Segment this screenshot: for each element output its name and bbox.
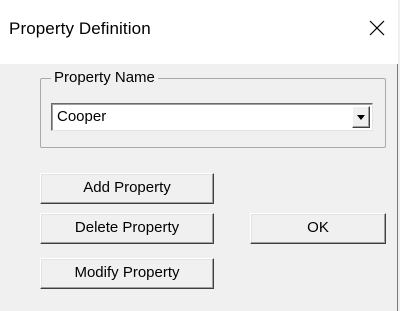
modify-property-button[interactable]: Modify Property [40, 258, 214, 289]
add-property-button[interactable]: Add Property [40, 173, 214, 204]
window-title: Property Definition [9, 19, 151, 38]
dropdown-button[interactable] [352, 106, 370, 128]
title-bar: Property Definition [0, 0, 398, 64]
property-name-combobox[interactable]: Cooper [51, 103, 373, 131]
property-name-value: Cooper [57, 108, 107, 125]
property-definition-dialog: Property Definition Property Name Cooper… [0, 0, 398, 311]
close-icon[interactable] [366, 17, 388, 39]
property-name-legend: Property Name [51, 69, 158, 86]
ok-button[interactable]: OK [250, 213, 386, 244]
chevron-down-icon [357, 115, 365, 120]
delete-property-button[interactable]: Delete Property [40, 213, 214, 244]
